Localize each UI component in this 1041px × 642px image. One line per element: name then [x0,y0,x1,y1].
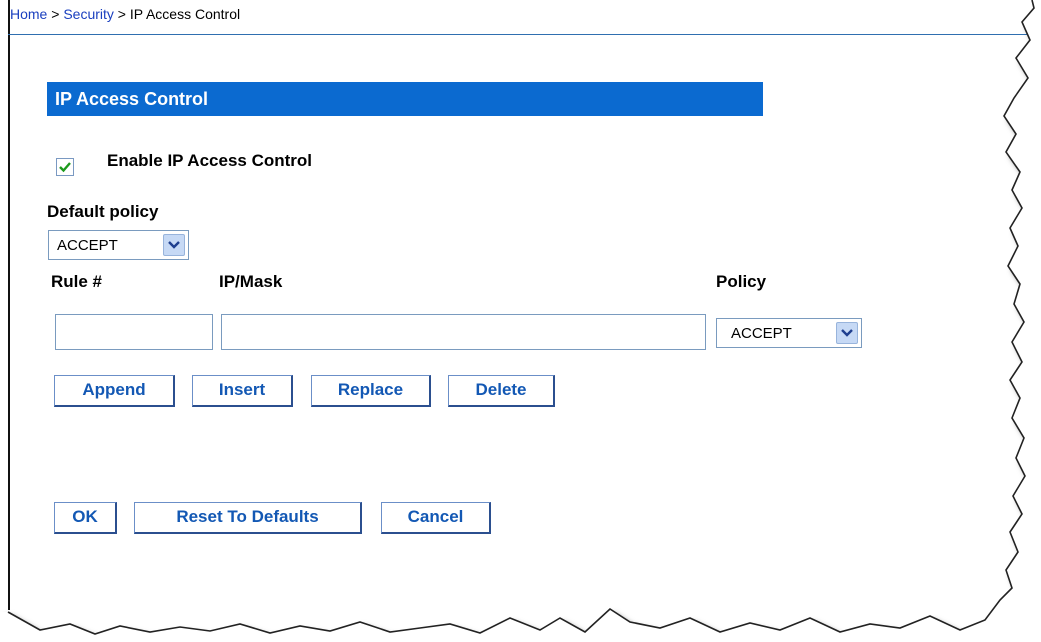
torn-paper-edge [0,0,1041,642]
ip-access-control-page: Home > Security > IP Access Control IP A… [0,0,1041,642]
